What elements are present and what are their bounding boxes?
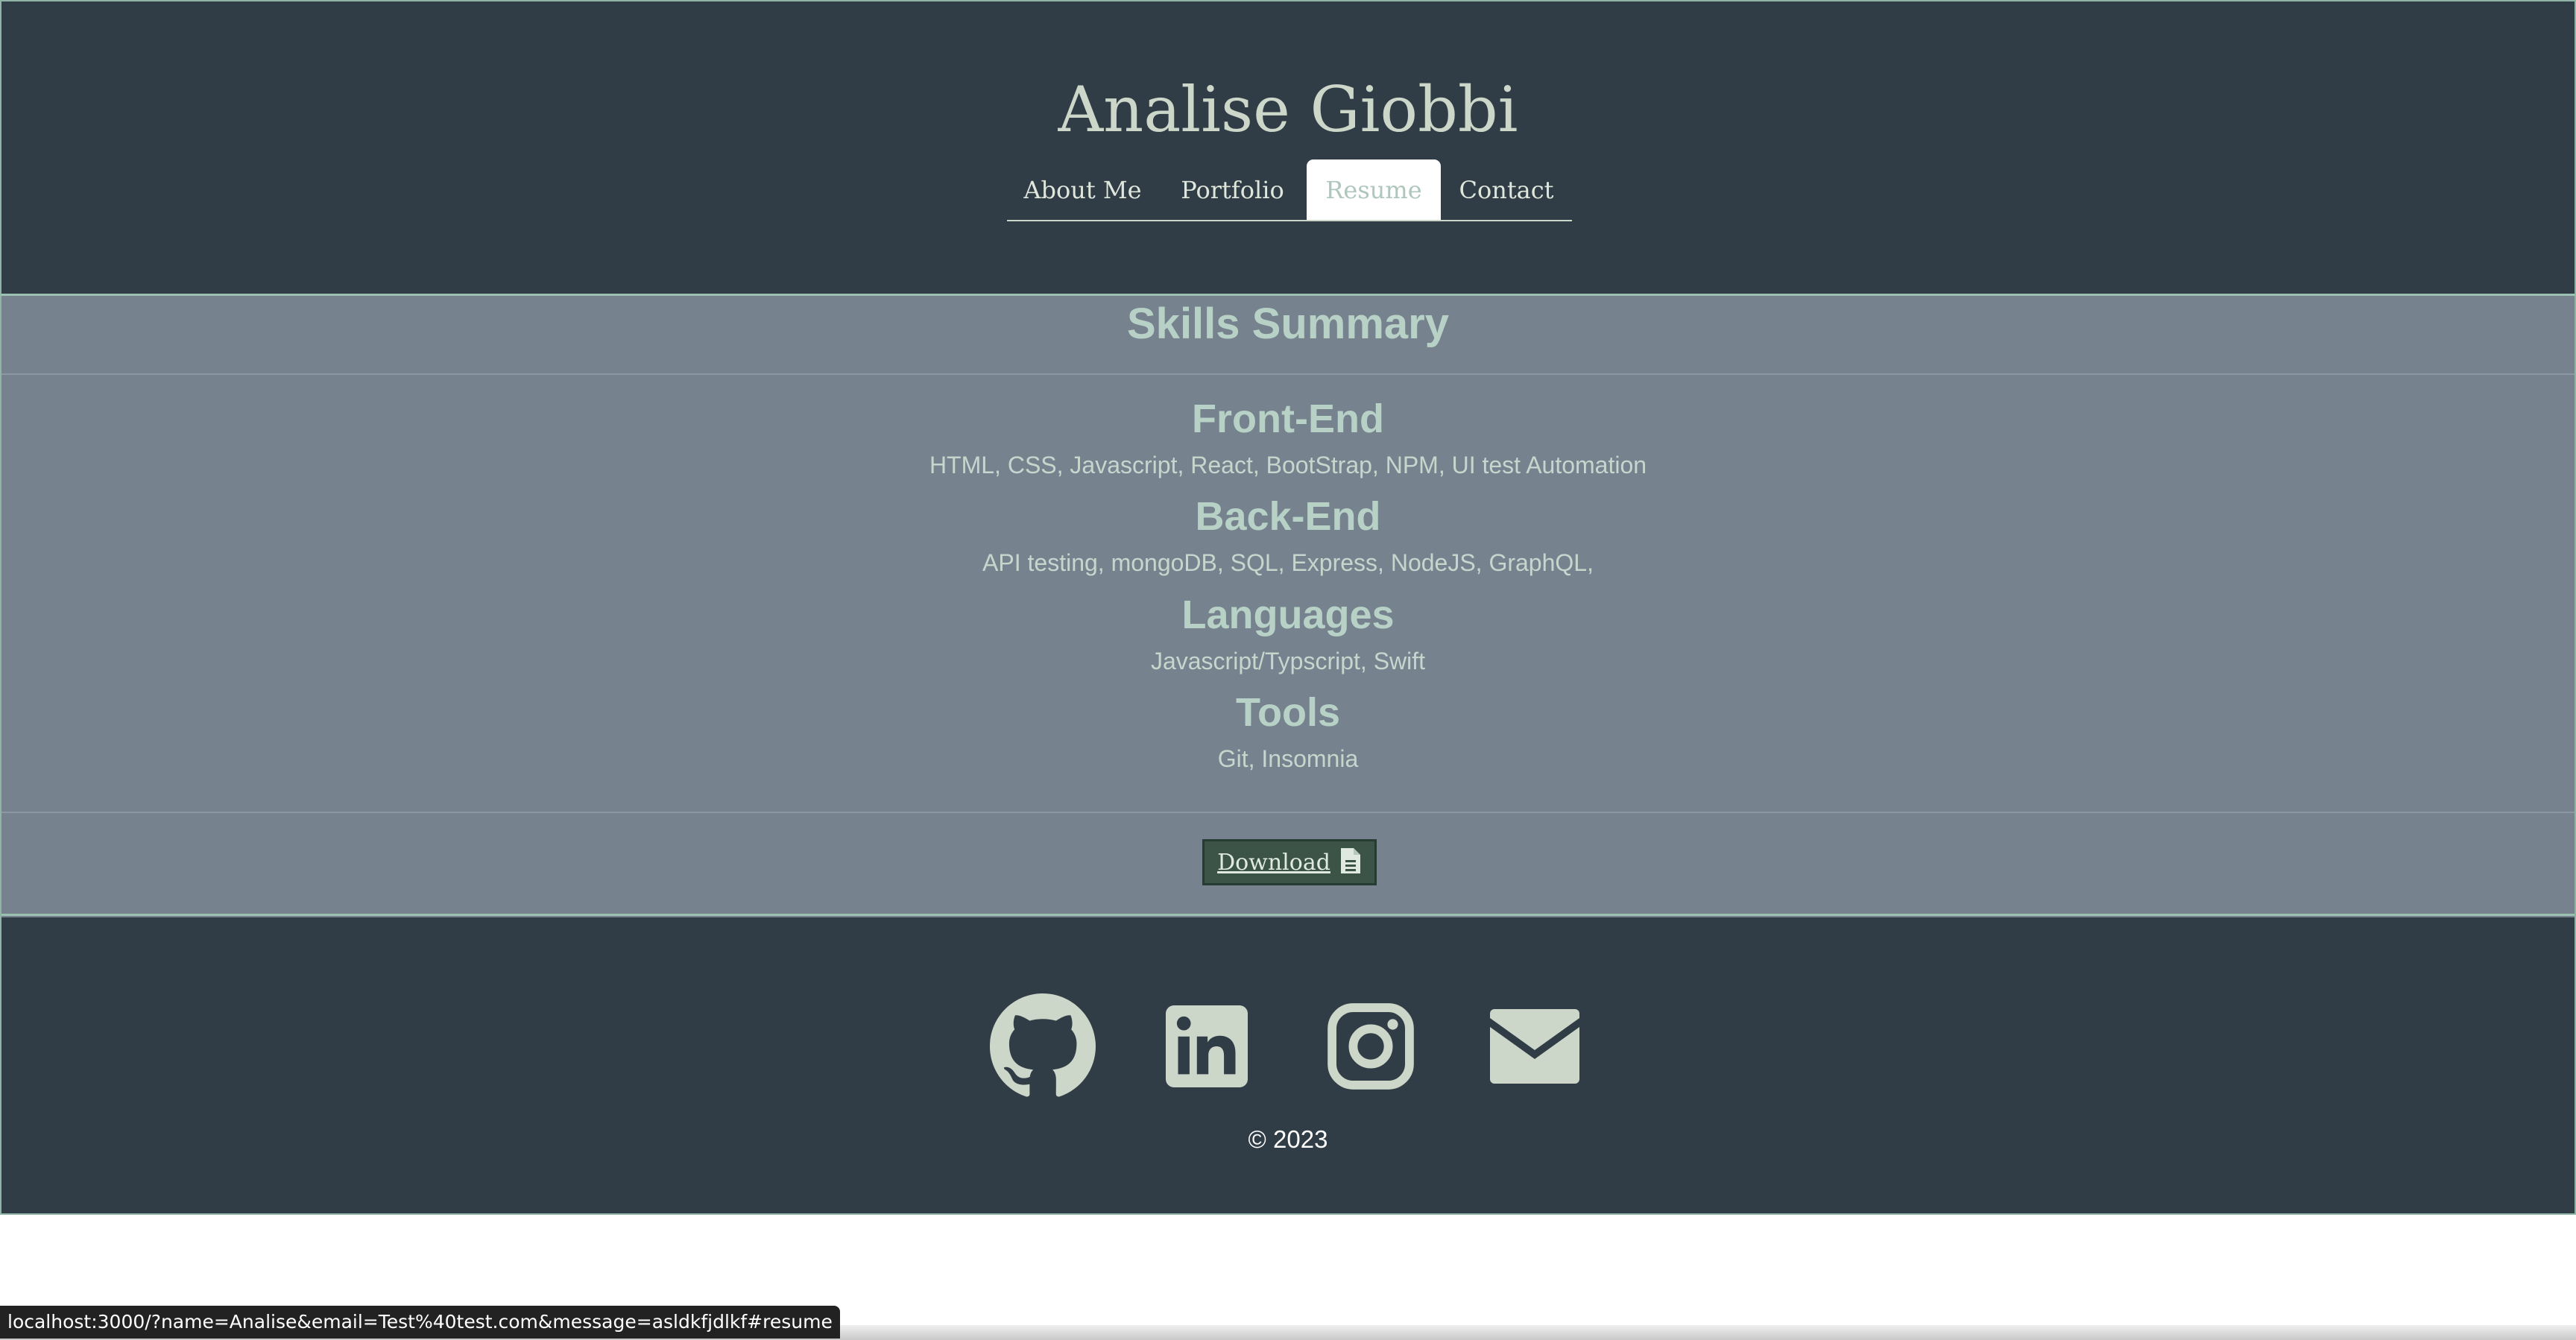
skill-group-tools: Tools Git, Insomnia: [1, 689, 2575, 774]
skills-summary-title: Skills Summary: [1, 296, 2575, 375]
main-nav: About Me Portfolio Resume Contact: [1007, 159, 1572, 221]
nav-contact[interactable]: Contact: [1441, 159, 1572, 220]
skill-group-front-end: Front-End HTML, CSS, Javascript, React, …: [1, 396, 2575, 481]
download-resume-button[interactable]: Download: [1202, 839, 1377, 885]
skill-heading: Tools: [1236, 690, 1340, 735]
skill-items: Git, Insomnia: [1217, 745, 1359, 772]
skill-heading: Languages: [1181, 592, 1395, 637]
skill-heading: Back-End: [1195, 494, 1381, 539]
skill-items: API testing, mongoDB, SQL, Express, Node…: [982, 549, 1594, 576]
email-link[interactable]: [1479, 992, 1591, 1104]
download-area: Download: [1, 815, 2575, 916]
instagram-icon: [1327, 1002, 1415, 1094]
nav-portfolio[interactable]: Portfolio: [1158, 159, 1307, 220]
copyright-text: © 2023: [1248, 1125, 1328, 1153]
resume-section: Skills Summary Front-End HTML, CSS, Java…: [0, 296, 2576, 917]
skills-list: Front-End HTML, CSS, Javascript, React, …: [1, 376, 2575, 813]
download-label: Download: [1217, 849, 1330, 876]
file-icon: [1339, 847, 1362, 879]
nav-about-me[interactable]: About Me: [1007, 159, 1158, 220]
status-bar-url: localhost:3000/?name=Analise&email=Test%…: [0, 1306, 840, 1339]
instagram-link[interactable]: [1315, 992, 1427, 1104]
site-header: Analise Giobbi About Me Portfolio Resume…: [0, 0, 2576, 296]
page: Analise Giobbi About Me Portfolio Resume…: [0, 0, 2576, 1340]
site-title: Analise Giobbi: [1058, 73, 1518, 146]
skill-items: Javascript/Typscript, Swift: [1150, 648, 1426, 674]
skill-group-languages: Languages Javascript/Typscript, Swift: [1, 592, 2575, 677]
github-icon: [990, 993, 1096, 1103]
skill-heading: Front-End: [1192, 396, 1384, 441]
linkedin-link[interactable]: [1151, 992, 1263, 1104]
linkedin-icon: [1166, 1005, 1248, 1091]
github-link[interactable]: [987, 992, 1099, 1104]
site-footer: © 2023: [0, 917, 2576, 1215]
skill-group-back-end: Back-End API testing, mongoDB, SQL, Expr…: [1, 493, 2575, 578]
nav-resume[interactable]: Resume: [1307, 159, 1441, 220]
email-icon: [1490, 1008, 1579, 1087]
skill-items: HTML, CSS, Javascript, React, BootStrap,…: [929, 452, 1647, 478]
